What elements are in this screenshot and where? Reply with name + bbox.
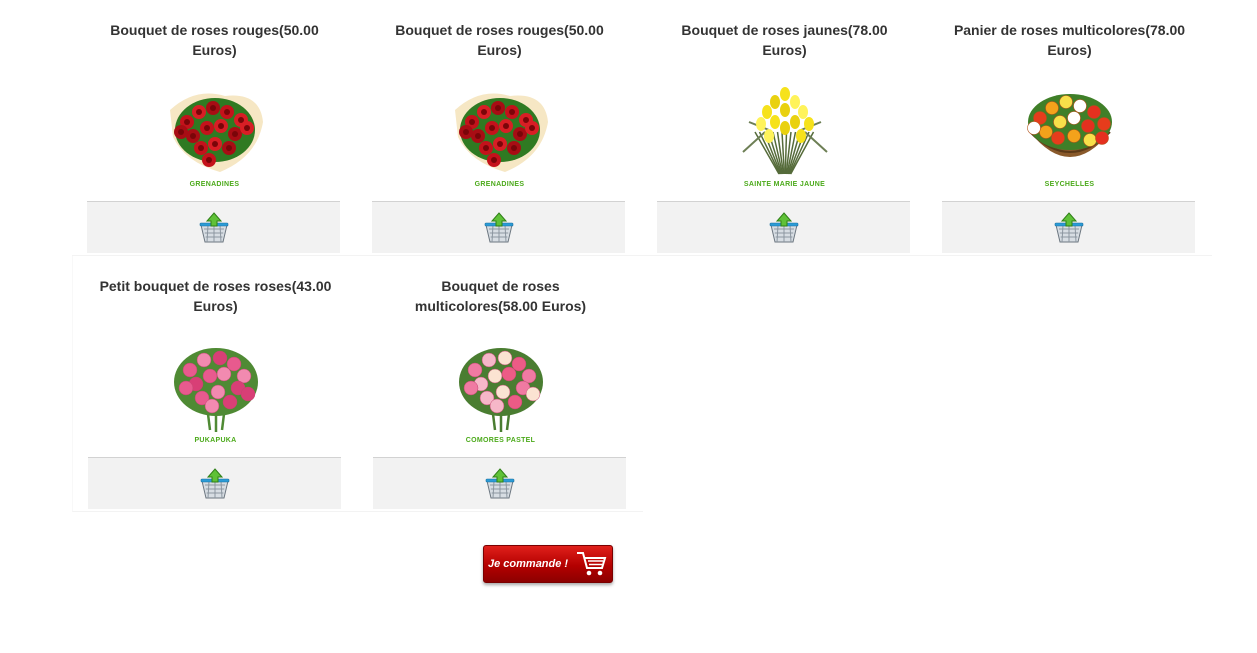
product-title: Panier de roses multicolores(78.00 Euros… bbox=[953, 22, 1186, 58]
product-card: Bouquet de roses rouges(50.00 Euros) GREN… bbox=[72, 0, 357, 255]
order-button-label: Je commande ! bbox=[488, 558, 569, 570]
add-to-basket-icon bbox=[485, 467, 514, 498]
product-title: Bouquet de roses multicolores(58.00 Euro… bbox=[414, 278, 587, 314]
add-to-cart-button[interactable] bbox=[942, 201, 1195, 253]
add-to-basket-icon bbox=[200, 467, 229, 498]
product-title: Bouquet de roses rouges(50.00 Euros) bbox=[110, 22, 319, 58]
product-card: Bouquet de roses jaunes(78.00 Euros) SAIN… bbox=[642, 0, 927, 255]
add-to-cart-button[interactable] bbox=[657, 201, 910, 253]
product-title: Petit bouquet de roses roses(43.00 Euros… bbox=[99, 278, 332, 314]
product-photo[interactable]: SEYCHELLES bbox=[1020, 82, 1120, 188]
product-photo-caption: SEYCHELLES bbox=[1044, 181, 1095, 188]
add-to-basket-icon bbox=[1054, 211, 1083, 242]
product-grid: Bouquet de roses rouges(50.00 Euros) GREN… bbox=[72, 0, 1212, 512]
product-photo[interactable]: GRENADINES bbox=[165, 82, 265, 188]
add-to-cart-button[interactable] bbox=[88, 457, 341, 509]
product-photo-caption: GRENADINES bbox=[189, 181, 240, 188]
add-to-cart-button[interactable] bbox=[373, 457, 626, 509]
product-photo[interactable]: SAINTE MARIE JAUNE bbox=[735, 82, 835, 188]
add-to-basket-icon bbox=[484, 211, 513, 242]
product-card: Bouquet de roses rouges(50.00 Euros) GREN… bbox=[357, 0, 642, 255]
order-button[interactable]: Je commande ! bbox=[483, 545, 613, 583]
product-photo[interactable]: PUKAPUKA bbox=[166, 338, 266, 444]
product-card: Panier de roses multicolores(78.00 Euros… bbox=[927, 0, 1212, 255]
product-photo-caption: GRENADINES bbox=[474, 181, 525, 188]
product-photo-caption: COMORES PASTEL bbox=[465, 437, 536, 444]
product-photo[interactable]: GRENADINES bbox=[450, 82, 550, 188]
product-photo-caption: SAINTE MARIE JAUNE bbox=[743, 181, 826, 188]
product-row: Bouquet de roses rouges(50.00 Euros) GREN… bbox=[72, 0, 1212, 256]
add-to-basket-icon bbox=[769, 211, 798, 242]
product-card: Petit bouquet de roses roses(43.00 Euros… bbox=[73, 256, 358, 511]
add-to-cart-button[interactable] bbox=[87, 201, 340, 253]
product-card: Bouquet de roses multicolores(58.00 Euro… bbox=[358, 256, 643, 511]
shopping-cart-icon bbox=[577, 552, 607, 576]
add-to-basket-icon bbox=[199, 211, 228, 242]
product-photo[interactable]: COMORES PASTEL bbox=[451, 338, 551, 444]
product-title: Bouquet de roses jaunes(78.00 Euros) bbox=[681, 22, 888, 58]
product-photo-caption: PUKAPUKA bbox=[194, 437, 237, 444]
product-row: Petit bouquet de roses roses(43.00 Euros… bbox=[72, 256, 643, 512]
product-title: Bouquet de roses rouges(50.00 Euros) bbox=[395, 22, 604, 58]
add-to-cart-button[interactable] bbox=[372, 201, 625, 253]
